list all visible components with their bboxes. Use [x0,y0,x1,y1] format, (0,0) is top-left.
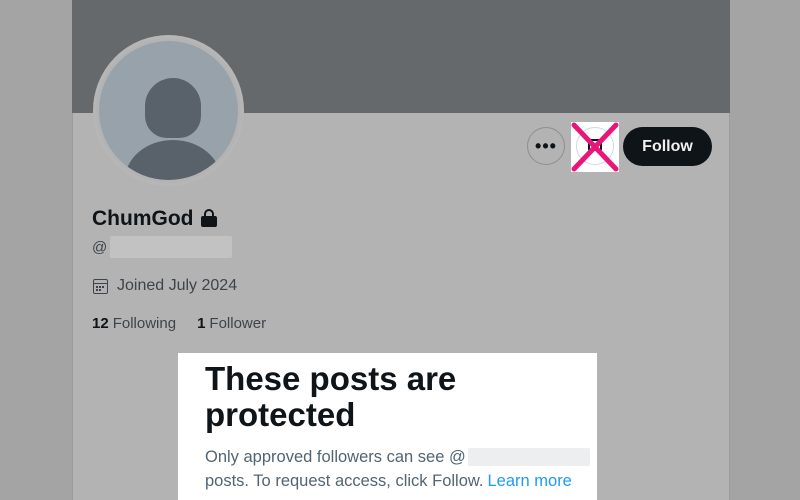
handle-redacted [467,448,590,466]
followers-link[interactable]: 1 Follower [197,315,266,332]
protected-body-line1: Only approved followers can see @ [205,448,466,466]
join-date-text: Joined July 2024 [117,277,238,294]
avatar-body-shape [125,140,221,180]
followers-count: 1 [197,315,206,332]
handle-prefix: @ [92,238,108,256]
avatar[interactable] [93,35,244,186]
protected-posts-notice: These posts are protected Only approved … [178,353,597,500]
follow-stats: 12 Following 1 Follower [92,315,287,332]
handle-redacted [110,236,233,258]
following-label: Following [112,315,177,332]
learn-more-link[interactable]: Learn more [487,469,571,493]
protected-body-line2: posts. To request access, click Follow. [205,472,484,490]
lock-icon [201,209,218,227]
display-name-text: ChumGod [92,207,194,230]
follow-button[interactable]: Follow [623,127,712,166]
avatar-head-shape [145,78,201,138]
following-count: 12 [92,315,109,332]
annotation-x-mark [571,122,619,172]
join-date: Joined July 2024 [93,277,237,295]
calendar-icon [93,278,108,294]
default-avatar-icon [99,41,238,180]
handle: @ [92,236,233,258]
ellipsis-icon: ••• [535,135,557,156]
follow-button-label: Follow [642,137,693,155]
protected-description: Only approved followers can see @ posts.… [205,445,597,493]
more-options-button[interactable]: ••• [527,127,565,165]
followers-label: Follower [209,315,267,332]
protected-title: These posts are protected [205,360,457,433]
message-button[interactable] [571,122,619,172]
display-name: ChumGod [92,207,218,231]
following-link[interactable]: 12 Following [92,315,176,332]
